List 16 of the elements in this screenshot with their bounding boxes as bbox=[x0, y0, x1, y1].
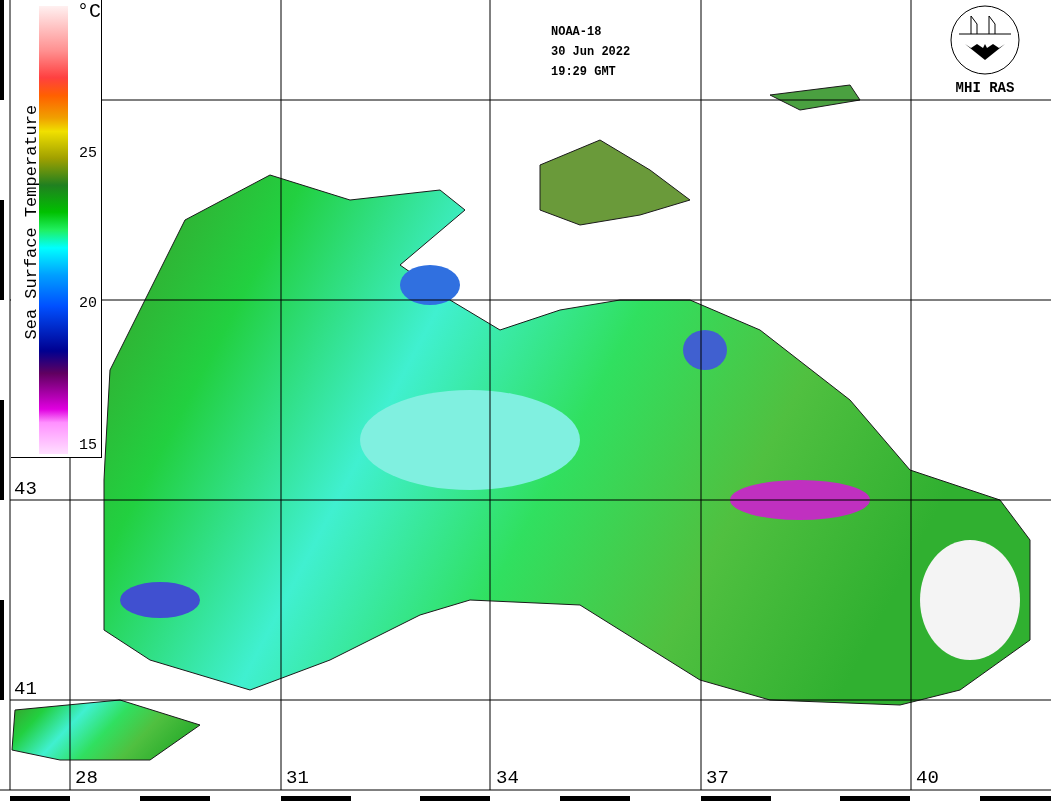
logo-label: MHI RAS bbox=[955, 80, 1015, 96]
latitude-label: 43 bbox=[14, 478, 37, 500]
tick-label: 25 bbox=[79, 145, 97, 162]
satellite-name: NOAA-18 bbox=[551, 24, 603, 41]
longitude-label: 40 bbox=[916, 767, 939, 789]
longitude-label: 37 bbox=[706, 767, 729, 789]
latitude-label: 41 bbox=[14, 678, 37, 700]
pass-time: 19:29 GMT bbox=[551, 64, 617, 81]
emblem-icon bbox=[949, 4, 1021, 76]
longitude-label: 34 bbox=[496, 767, 519, 789]
pass-date: 30 Jun 2022 bbox=[551, 44, 631, 61]
longitude-label: 28 bbox=[75, 767, 98, 789]
longitude-label: 31 bbox=[286, 767, 309, 789]
unit-label: °C bbox=[77, 0, 101, 23]
tick-label: 20 bbox=[79, 295, 97, 312]
tick-label: 15 bbox=[79, 437, 97, 454]
